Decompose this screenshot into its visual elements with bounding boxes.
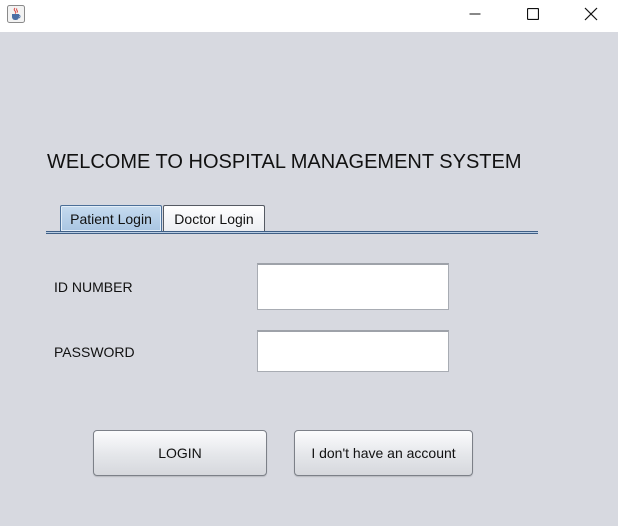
close-icon <box>584 7 598 21</box>
login-button[interactable]: LOGIN <box>93 430 267 476</box>
id-number-field[interactable] <box>257 263 449 310</box>
id-number-label: ID NUMBER <box>54 279 133 295</box>
tab-strip-divider <box>46 231 538 234</box>
tab-label: Patient Login <box>70 210 152 227</box>
tab-patient-login[interactable]: Patient Login <box>60 205 162 232</box>
close-button[interactable] <box>568 0 614 28</box>
maximize-button[interactable] <box>510 0 556 28</box>
minimize-icon <box>469 13 481 15</box>
tab-doctor-login[interactable]: Doctor Login <box>163 205 265 231</box>
login-button-label: LOGIN <box>158 445 202 461</box>
password-field[interactable] <box>257 330 449 372</box>
password-label: PASSWORD <box>54 344 135 360</box>
no-account-button[interactable]: I don't have an account <box>294 430 473 476</box>
title-bar <box>0 0 618 32</box>
minimize-button[interactable] <box>452 0 498 28</box>
tab-label: Doctor Login <box>174 210 254 227</box>
java-cup-icon[interactable] <box>7 5 25 23</box>
page-title: WELCOME TO HOSPITAL MANAGEMENT SYSTEM <box>47 151 522 173</box>
login-panel: WELCOME TO HOSPITAL MANAGEMENT SYSTEM Pa… <box>0 32 618 526</box>
no-account-button-label: I don't have an account <box>311 445 456 461</box>
maximize-icon <box>527 8 539 20</box>
